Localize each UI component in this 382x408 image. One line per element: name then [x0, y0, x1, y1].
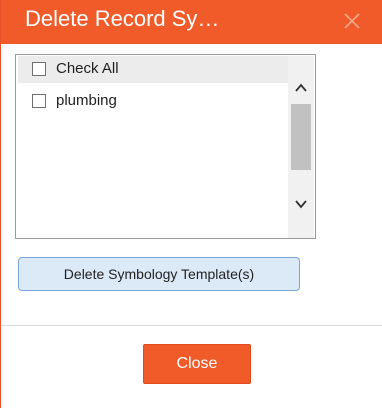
dialog-titlebar: Delete Record Sy… [1, 0, 382, 44]
footer-divider [1, 325, 382, 326]
delete-record-symbology-dialog: Delete Record Sy… Check All plumbing Del… [0, 0, 382, 408]
chevron-up-icon[interactable] [295, 83, 307, 93]
close-button[interactable]: Close [143, 344, 251, 384]
list-item-plumbing[interactable]: plumbing [18, 88, 288, 115]
template-list: Check All plumbing [15, 54, 316, 239]
scrollbar-thumb[interactable] [291, 104, 311, 170]
chevron-down-icon[interactable] [295, 199, 307, 209]
vertical-scrollbar[interactable] [288, 56, 314, 238]
dialog-title: Delete Record Sy… [25, 6, 220, 31]
check-all-checkbox[interactable] [32, 62, 46, 76]
close-icon[interactable] [343, 12, 361, 30]
list-item-check-all[interactable]: Check All [18, 56, 288, 83]
delete-symbology-template-button[interactable]: Delete Symbology Template(s) [18, 257, 300, 291]
list-item-label: plumbing [56, 92, 117, 109]
plumbing-checkbox[interactable] [32, 94, 46, 108]
list-item-label: Check All [56, 60, 119, 77]
